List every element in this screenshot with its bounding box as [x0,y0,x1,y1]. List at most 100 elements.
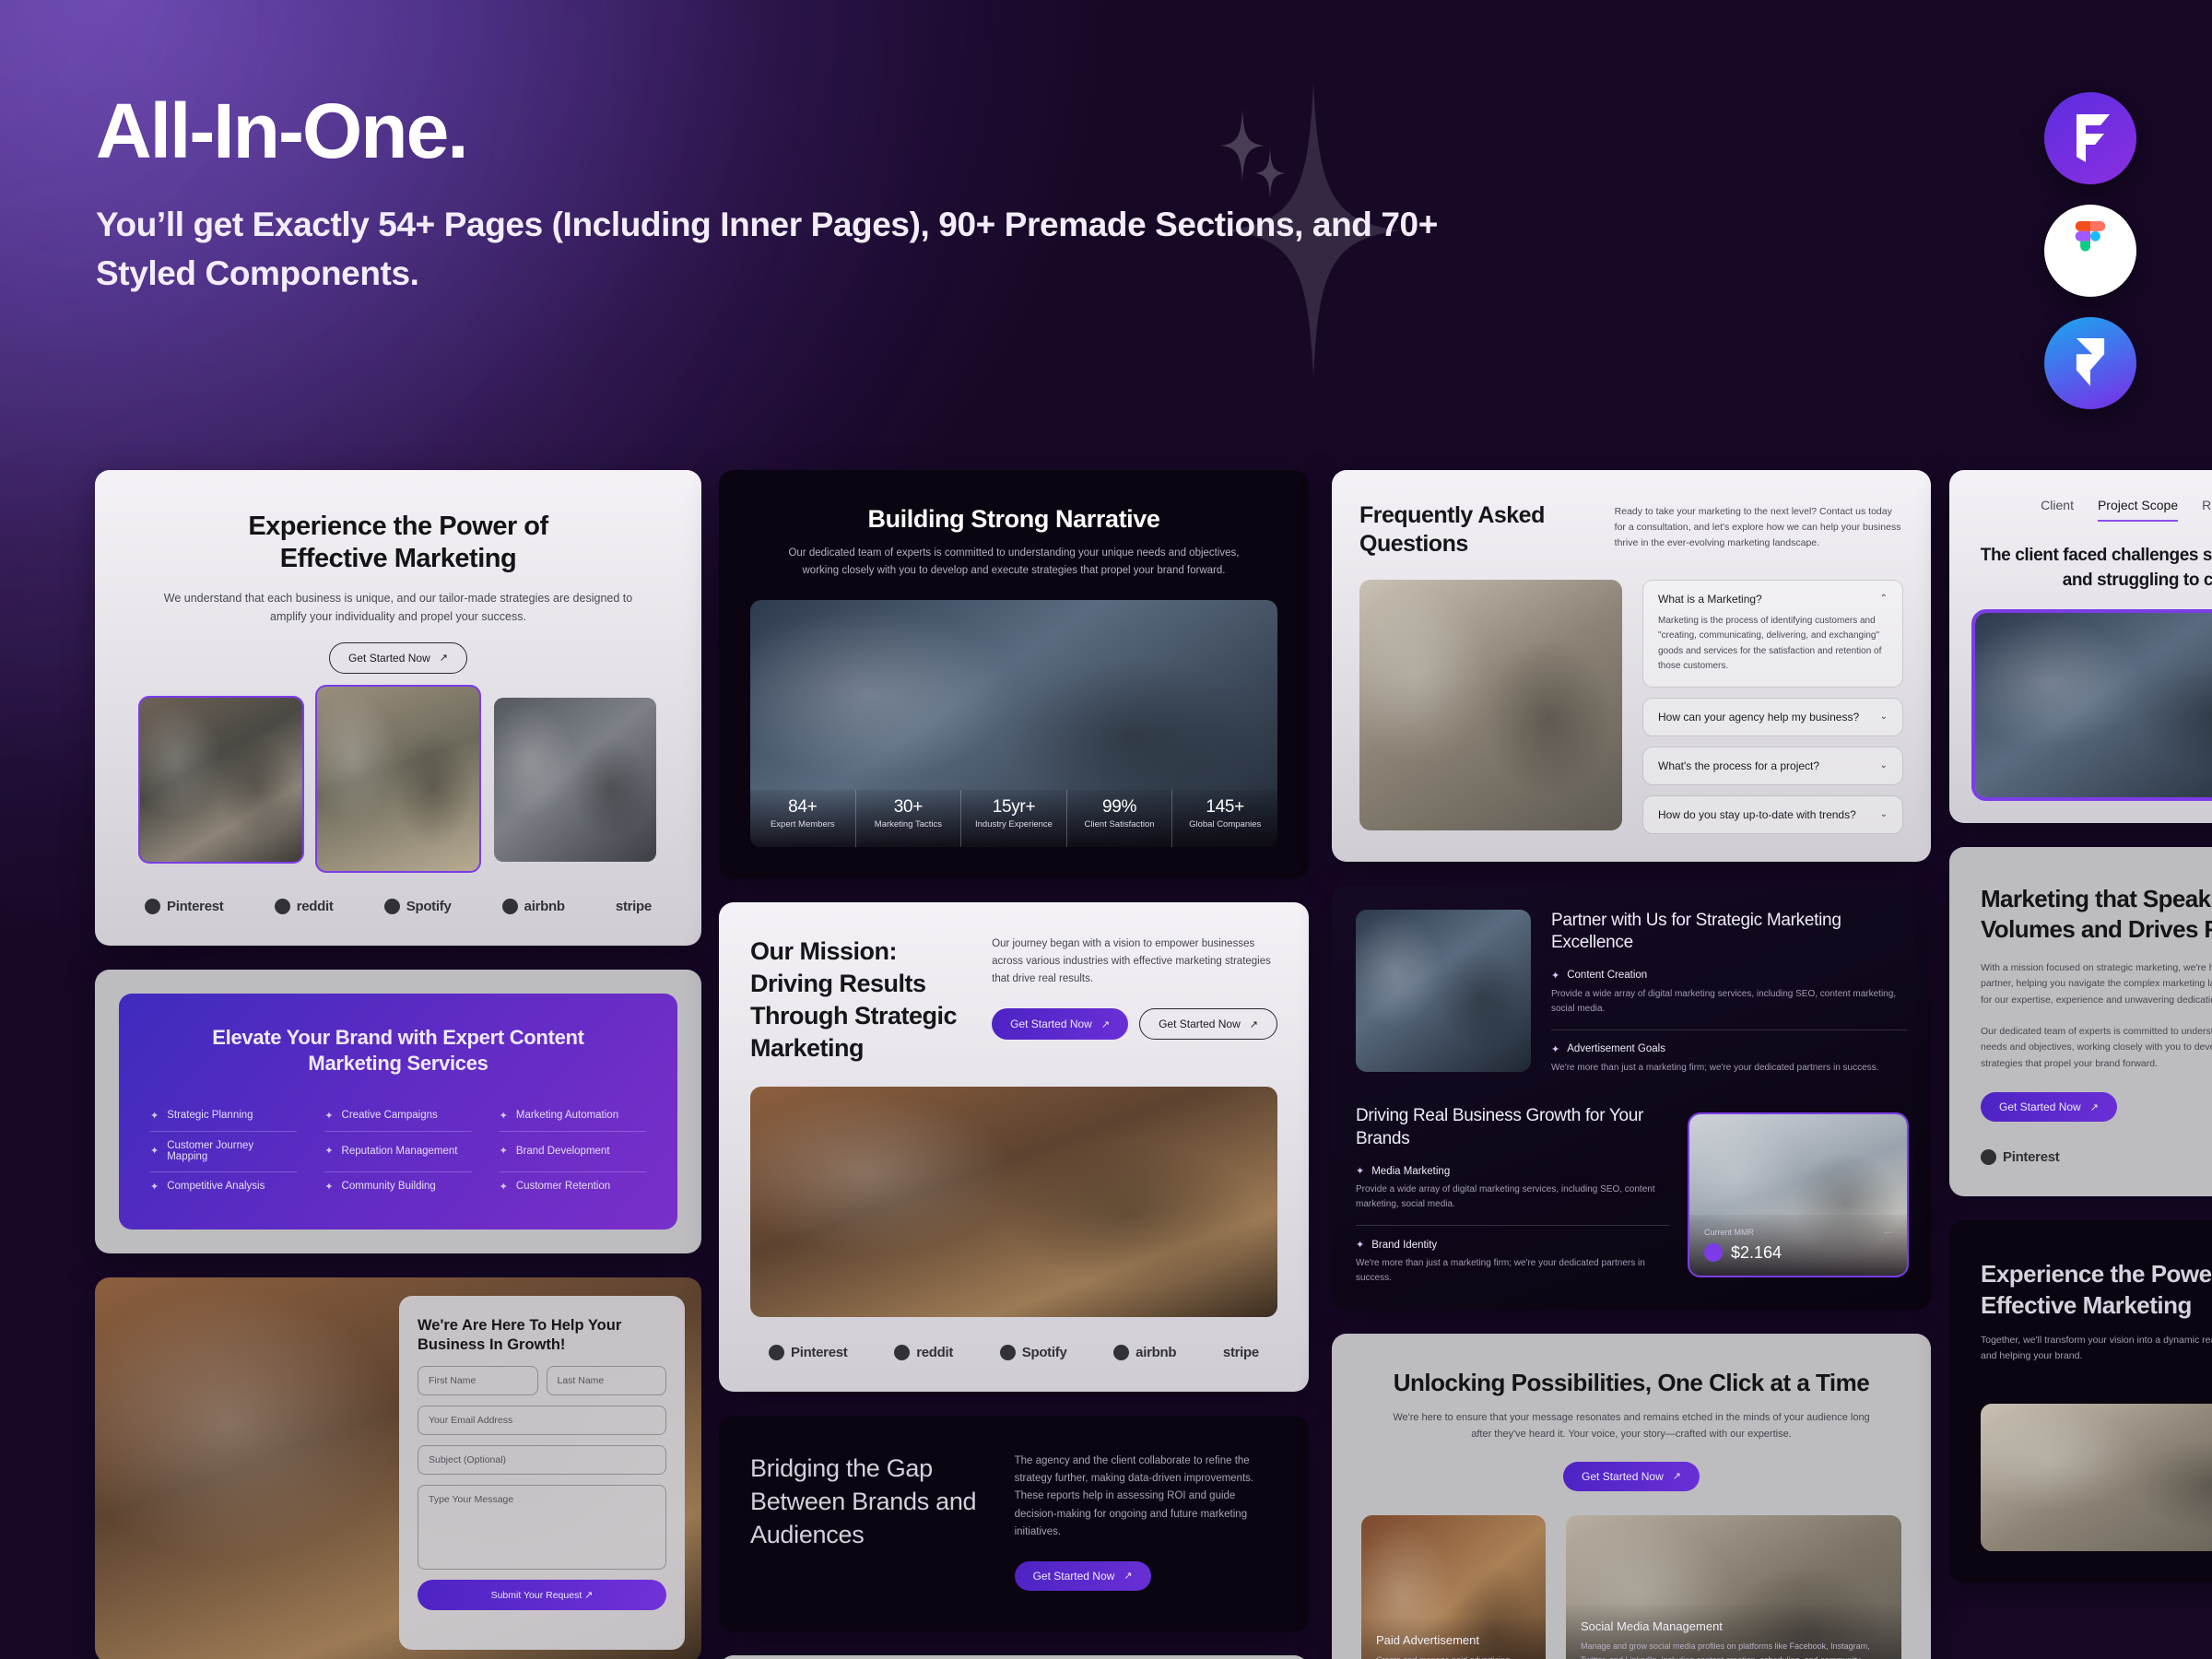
faq-question: How can your agency help my business? [1658,710,1860,724]
mission-title: Our Mission: Driving Results Through Str… [750,936,958,1063]
stat-item: 30+ Marketing Tactics [856,789,962,847]
bridge-get-started-button[interactable]: Get Started Now ↗ [1014,1560,1151,1591]
experience-title: Experience the Power of Effective Market… [1981,1260,2212,1320]
sparkle-bullet-icon: ✦ [324,1181,334,1193]
button-label: Get Started Now [1582,1469,1664,1483]
speaks-body-1: With a mission focused on strategic mark… [1981,961,2212,1006]
faq-item[interactable]: How can your agency help my business? ⌄ [1642,697,1903,736]
feature-item[interactable]: ✦ Strategic Planning [150,1101,298,1132]
growth-bullet: ✦ Media Marketing Provide a wide array of… [1356,1165,1669,1212]
chevron-down-icon[interactable]: ⌄ [1880,760,1888,771]
chevron-up-icon[interactable]: ⌃ [1880,594,1888,604]
board-column-3: Frequently Asked Questions Ready to take… [1332,470,1931,1659]
growth-photo: Current MMR ··· $2.164 [1688,1112,1909,1277]
faq-item[interactable]: How do you stay up-to-date with trends? … [1642,794,1903,834]
partner-bullet: ✦ Advertisement Goals We're more than jus… [1551,1029,1907,1076]
logo-airbnb: airbnb [1113,1345,1177,1361]
service-card-desc: Create and manage paid advertising campa… [1376,1653,1531,1659]
submit-request-button[interactable]: Submit Your Request ↗ [418,1579,666,1610]
service-card-social-media[interactable]: Social Media Management Manage and grow … [1566,1514,1901,1659]
contact-card: We're Are Here To Help Your Business In … [95,1277,701,1659]
last-name-input[interactable]: Last Name [546,1365,666,1395]
speaks-title: Marketing that Speaks Volumes and Drives… [1981,885,2212,944]
hero-card: Experience the Power of Effective Market… [95,470,701,946]
more-options-icon[interactable]: ··· [1884,1228,1892,1237]
feature-item[interactable]: ✦ Brand Development [499,1132,646,1172]
feature-card: Elevate Your Brand with Expert Content M… [95,969,701,1253]
arrow-up-right-icon: ↗ [439,653,448,665]
mission-get-started-secondary-button[interactable]: Get Started Now ↗ [1139,1008,1277,1041]
logo-stripe: stripe [1222,1345,1259,1361]
first-name-input[interactable]: First Name [418,1365,538,1395]
bullet-desc: We're more than just a marketing firm; w… [1551,1062,1879,1073]
bullet-desc: Provide a wide array of digital marketin… [1356,1184,1655,1210]
mission-brand-logos: Pinterest reddit Spotify airbnb stripe [719,1317,1309,1392]
figma-logo-icon [2075,221,2106,252]
bullet-title: Advertisement Goals [1567,1043,1665,1055]
feature-title-line2: Marketing Services [308,1052,488,1076]
stat-item: 15yr+ Industry Experience [961,789,1067,847]
tab-project-scope[interactable]: Project Scope [2097,498,2179,522]
sparkle-bullet-icon: ✦ [150,1181,159,1193]
arrow-up-right-icon: ↗ [2089,1101,2099,1113]
button-label: Get Started Now [1999,1100,2081,1114]
logo-pinterest: Pinterest [1981,1149,2060,1166]
subject-input[interactable]: Subject (Optional) [418,1444,666,1475]
hero-card-subtitle: We understand that each business is uniq… [163,591,633,623]
feature-item[interactable]: ✦ Reputation Management [324,1132,472,1172]
figma-design-badge[interactable] [2044,92,2136,184]
unlock-get-started-button[interactable]: Get Started Now ↗ [1563,1461,1700,1491]
hero-card-title: Experience the Power of Effective Market… [132,511,665,576]
logo-spotify: Spotify [383,898,452,914]
logo-stripe: stripe [615,898,652,914]
sparkle-bullet-icon: ✦ [1551,970,1560,982]
faq-item-open[interactable]: What is a Marketing? ⌃ Marketing is the … [1642,579,1903,688]
mission-photo [750,1087,1277,1318]
board-column-1: Experience the Power of Effective Market… [95,470,701,1659]
feature-item[interactable]: ✦ Customer Journey Mapping [150,1132,298,1172]
contact-form-title: We're Are Here To Help Your Business In … [418,1316,622,1354]
feature-item[interactable]: ✦ Marketing Automation [499,1101,646,1132]
page-title: All-In-One. [96,88,469,174]
feature-item[interactable]: ✦ Competitive Analysis [150,1172,297,1202]
faq-question: How do you stay up-to-date with trends? [1658,807,1856,821]
service-card-paid-advertisement[interactable]: Paid Advertisement Create and manage pai… [1361,1514,1546,1659]
sparkle-bullet-icon: ✦ [499,1181,508,1193]
message-textarea[interactable]: Type Your Message [418,1484,666,1570]
bridge-body: The agency and the client collaborate to… [1014,1455,1254,1537]
mmr-label: Current MMR [1704,1227,1755,1237]
framer-badge[interactable] [2044,317,2136,409]
tool-badges [2044,92,2136,409]
case-study-body: The client faced challenges such design,… [1980,546,2212,590]
feature-item[interactable]: ✦ Community Building [324,1172,471,1202]
speaks-get-started-button[interactable]: Get Started Now ↗ [1981,1092,2117,1123]
hero-get-started-button[interactable]: Get Started Now ↗ [329,641,467,674]
tab-results[interactable]: Results [2202,498,2212,522]
faq-intro: Ready to take your marketing to the next… [1614,506,1901,548]
chevron-down-icon[interactable]: ⌄ [1880,809,1888,819]
logo-reddit: reddit [894,1345,953,1361]
button-label: Submit Your Request [490,1589,582,1601]
speaks-brand-logos: Pinterest reddit [1981,1122,2212,1166]
growth-title: Driving Real Business Growth for Your Br… [1356,1105,1644,1148]
hero-brand-logos: Pinterest reddit Spotify airbnb stripe [95,871,701,946]
tab-client[interactable]: Client [2041,498,2074,522]
arrow-up-right-icon: ↗ [1124,1571,1133,1583]
stat-item: 84+ Expert Members [750,789,856,847]
partner-bullet: ✦ Content Creation Provide a wide array o… [1551,970,1907,1017]
hero-thumbnails [95,674,701,873]
faq-item[interactable]: What's the process for a project? ⌄ [1642,746,1903,785]
speaks-body-2: Our dedicated team of experts is committ… [1981,1025,2212,1069]
figma-badge[interactable] [2044,205,2136,297]
speaks-card: Marketing that Speaks Volumes and Drives… [1949,847,2212,1197]
email-input[interactable]: Your Email Address [418,1405,666,1435]
contact-form: We're Are Here To Help Your Business In … [399,1295,685,1650]
mission-get-started-primary-button[interactable]: Get Started Now ↗ [992,1008,1129,1041]
hero-title-line1: Experience the Power of [248,512,548,541]
sparkle-bullet-icon: ✦ [1551,1043,1560,1055]
chevron-down-icon[interactable]: ⌄ [1880,712,1888,722]
faq-question: What is a Marketing? [1658,592,1762,606]
mission-card: Our Mission: Driving Results Through Str… [719,901,1309,1393]
feature-item[interactable]: ✦ Creative Campaigns [324,1101,472,1132]
feature-item[interactable]: ✦ Customer Retention [500,1172,646,1202]
